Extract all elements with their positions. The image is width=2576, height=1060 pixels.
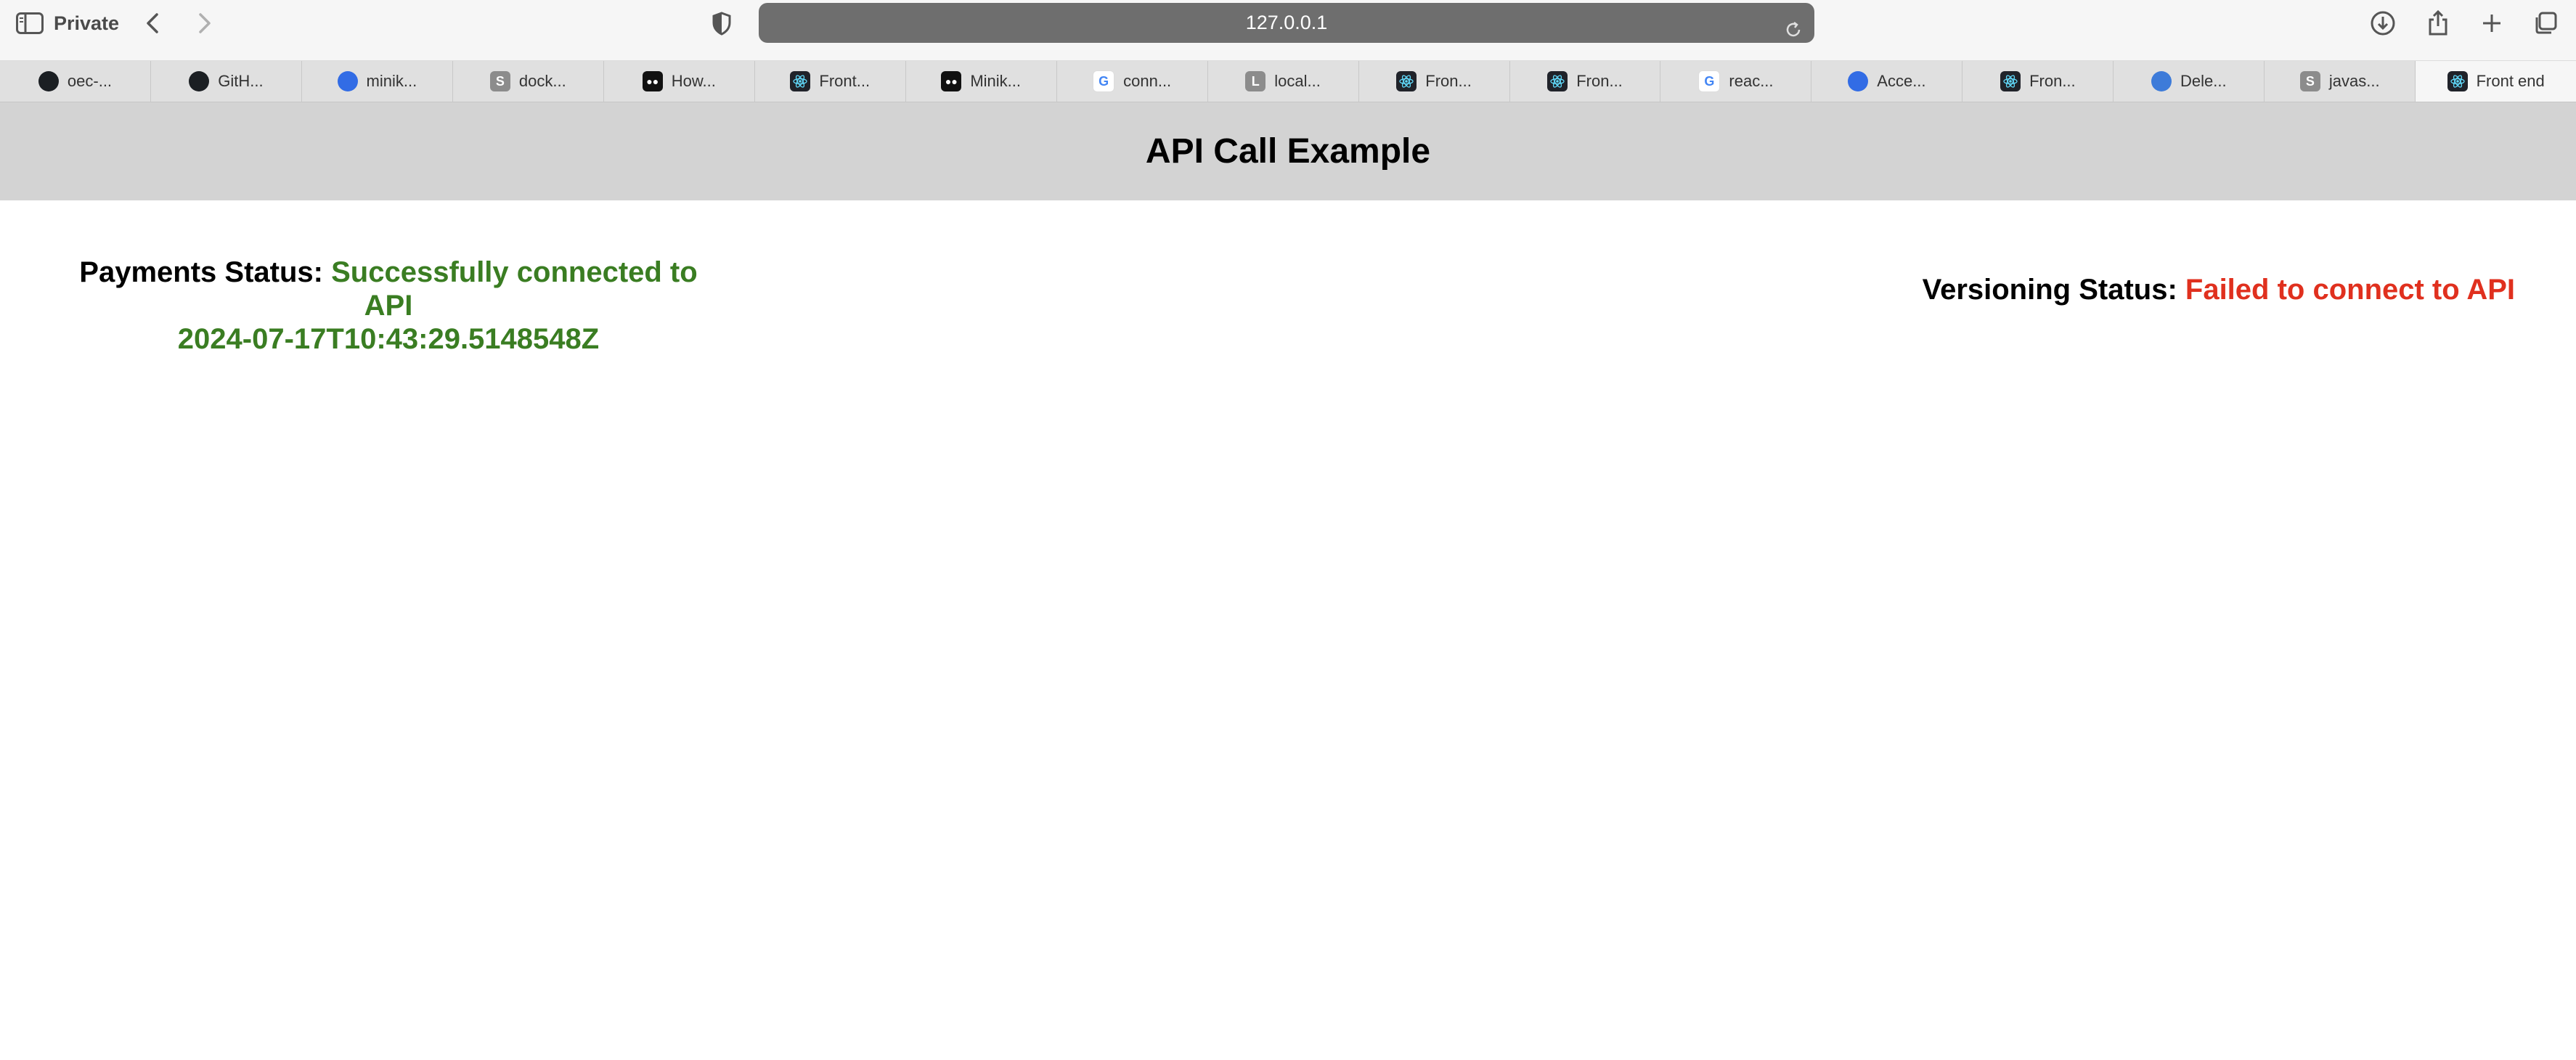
- payments-status-value: Successfully connected to API: [331, 256, 698, 322]
- l-icon: L: [1245, 71, 1266, 91]
- google-icon: G: [1093, 70, 1115, 92]
- minikube-icon: [337, 71, 358, 91]
- tab-label: javas...: [2328, 72, 2380, 90]
- tab-label: Front end: [2476, 72, 2545, 90]
- page-title: API Call Example: [1145, 132, 1431, 171]
- medium-icon: ●●: [941, 71, 962, 91]
- tab-active[interactable]: Front end: [2416, 61, 2576, 102]
- reload-icon[interactable]: [1784, 13, 1803, 37]
- tab-label: oec-...: [67, 72, 113, 90]
- tab[interactable]: Llocal...: [1208, 61, 1359, 102]
- tab[interactable]: GitH...: [151, 61, 302, 102]
- tab[interactable]: Gconn...: [1057, 61, 1208, 102]
- versioning-status-label: Versioning Status:: [1922, 274, 2177, 306]
- medium-icon: ●●: [642, 71, 663, 91]
- react-icon: [2447, 71, 2468, 91]
- react-icon: [2000, 71, 2021, 91]
- tab[interactable]: Acce...: [1811, 61, 1963, 102]
- tab[interactable]: ●● Minik...: [906, 61, 1057, 102]
- payments-timestamp: 2024-07-17T10:43:29.5148548Z: [177, 323, 600, 355]
- tab-label: dock...: [518, 72, 566, 90]
- tab-label: conn...: [1123, 72, 1172, 90]
- tab-label: Fron...: [1425, 72, 1472, 90]
- tab[interactable]: Front...: [755, 61, 906, 102]
- url-text: 127.0.0.1: [1245, 12, 1328, 33]
- payments-status-label: Payments Status:: [79, 256, 323, 288]
- tab[interactable]: minik...: [302, 61, 453, 102]
- react-icon: [1547, 71, 1568, 91]
- github-icon: [189, 71, 210, 91]
- privacy-shield-icon[interactable]: [712, 10, 732, 36]
- minikube-icon: [1848, 71, 1869, 91]
- tab[interactable]: Fron...: [1510, 61, 1661, 102]
- tab-label: Fron...: [1576, 72, 1623, 90]
- share-icon[interactable]: [2424, 9, 2453, 38]
- react-icon: [790, 71, 811, 91]
- tab-label: GitH...: [218, 72, 264, 90]
- s-icon: S: [2299, 71, 2320, 91]
- tab-label: Dele...: [2180, 72, 2227, 90]
- tab-label: Front...: [819, 72, 871, 90]
- tab[interactable]: Greac...: [1660, 61, 1812, 102]
- tab-strip: oec-... GitH... minik... Sdock... ●● How.…: [0, 61, 2576, 102]
- globe-icon: [2151, 71, 2172, 91]
- versioning-status: Versioning Status: Failed to connect to …: [1923, 273, 2515, 306]
- forward-icon[interactable]: [195, 10, 215, 36]
- react-icon: [1396, 71, 1417, 91]
- app-header: API Call Example: [0, 102, 2576, 200]
- sidebar-toggle-icon[interactable]: [16, 12, 44, 34]
- payments-status: Payments Status: Successfully connected …: [58, 256, 719, 356]
- google-icon: G: [1698, 70, 1721, 92]
- tab[interactable]: oec-...: [0, 61, 151, 102]
- s-icon: S: [489, 71, 510, 91]
- tab-label: minik...: [366, 72, 417, 90]
- downloads-icon[interactable]: [2368, 9, 2397, 38]
- tab-label: How...: [671, 72, 716, 90]
- tab-label: Minik...: [970, 72, 1022, 90]
- tab-label: Fron...: [2029, 72, 2076, 90]
- versioning-status-value: Failed to connect to API: [2185, 274, 2515, 306]
- tab[interactable]: Sdock...: [453, 61, 604, 102]
- tab[interactable]: ●● How...: [604, 61, 755, 102]
- tab-label: Acce...: [1877, 72, 1926, 90]
- new-tab-icon[interactable]: [2477, 9, 2506, 38]
- tab[interactable]: Fron...: [1359, 61, 1510, 102]
- tab-label: reac...: [1729, 72, 1774, 90]
- github-icon: [38, 71, 59, 91]
- browser-toolbar: Private 127.0.0.1: [0, 0, 2576, 61]
- tab-label: local...: [1274, 72, 1321, 90]
- tab[interactable]: Sjavas...: [2265, 61, 2416, 102]
- tab[interactable]: Fron...: [1962, 61, 2114, 102]
- tab[interactable]: Dele...: [2114, 61, 2265, 102]
- private-label: Private: [54, 12, 120, 34]
- address-bar[interactable]: 127.0.0.1: [759, 3, 1814, 43]
- tab-overview-icon[interactable]: [2531, 9, 2560, 38]
- back-icon[interactable]: [142, 10, 163, 36]
